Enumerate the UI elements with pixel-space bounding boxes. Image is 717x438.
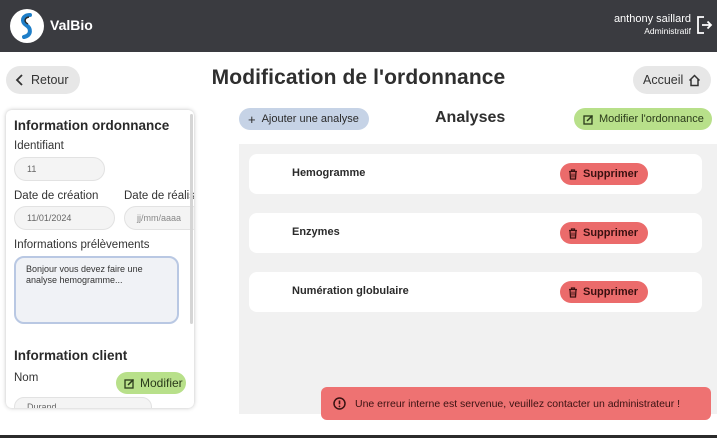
- delete-analysis-button[interactable]: Supprimer: [560, 163, 648, 185]
- nom-field[interactable]: Durand: [14, 397, 152, 408]
- back-button-label: Retour: [31, 73, 69, 87]
- back-button[interactable]: Retour: [6, 66, 80, 94]
- error-icon: [333, 397, 346, 410]
- ordonnance-section-title: Information ordonnance: [14, 118, 170, 133]
- nom-label: Nom: [14, 372, 39, 384]
- client-section-title: Information client: [14, 348, 128, 363]
- add-analysis-label: Ajouter une analyse: [261, 113, 359, 125]
- error-toast-message: Une erreur interne est servenue, veuille…: [355, 397, 681, 410]
- analyses-list: Hemogramme Supprimer Enzymes Supprimer N…: [239, 144, 717, 414]
- trash-icon: [569, 168, 577, 180]
- user-role: Administratif: [644, 26, 691, 36]
- edit-client-button[interactable]: Modifier: [116, 372, 186, 394]
- delete-analysis-button[interactable]: Supprimer: [560, 222, 648, 244]
- edit-ordonnance-label: Modifier l'ordonnance: [599, 113, 704, 125]
- realisation-date-label: Date de réalis: [124, 190, 194, 202]
- delete-label: Supprimer: [583, 168, 639, 180]
- realisation-date-field[interactable]: jj/mm/aaaa: [124, 206, 194, 230]
- analysis-name: Numération globulaire: [292, 285, 409, 297]
- delete-label: Supprimer: [583, 227, 639, 239]
- creation-date-label: Date de création: [14, 190, 99, 202]
- add-analysis-button[interactable]: + Ajouter une analyse: [239, 108, 369, 130]
- error-toast[interactable]: Une erreur interne est servenue, veuille…: [321, 387, 711, 420]
- chevron-left-icon: [15, 74, 23, 86]
- creation-date-field[interactable]: 11/01/2024: [14, 206, 115, 230]
- home-button[interactable]: Accueil: [633, 66, 711, 94]
- home-button-label: Accueil: [643, 73, 684, 87]
- list-item: Hemogramme Supprimer: [249, 154, 702, 194]
- logout-icon[interactable]: [695, 15, 713, 35]
- list-item: Numération globulaire Supprimer: [249, 272, 702, 312]
- info-panel-scroll-area[interactable]: Information ordonnance Identifiant 11 Da…: [6, 110, 194, 408]
- valbio-logo-icon[interactable]: [10, 9, 44, 43]
- edit-icon: [583, 114, 594, 125]
- brand-name: ValBio: [50, 17, 93, 33]
- prelevement-textarea[interactable]: Bonjour vous devez faire une analyse hem…: [14, 256, 179, 324]
- page-title: Modification de l'ordonnance: [211, 66, 506, 89]
- trash-icon: [569, 227, 577, 239]
- home-icon: [689, 73, 701, 86]
- delete-analysis-button[interactable]: Supprimer: [560, 281, 648, 303]
- id-label: Identifiant: [14, 140, 64, 152]
- list-item: Enzymes Supprimer: [249, 213, 702, 253]
- info-panel: Information ordonnance Identifiant 11 Da…: [6, 110, 194, 408]
- user-name: anthony saillard: [613, 13, 691, 25]
- id-field[interactable]: 11: [14, 157, 105, 181]
- info-panel-scrollbar[interactable]: [190, 114, 193, 324]
- plus-icon: +: [248, 111, 256, 127]
- trash-icon: [569, 286, 577, 298]
- analyses-title: Analyses: [435, 109, 506, 126]
- edit-ordonnance-button[interactable]: Modifier l'ordonnance: [574, 108, 712, 130]
- edit-client-label: Modifier: [140, 376, 183, 390]
- analysis-name: Enzymes: [292, 226, 340, 238]
- edit-icon: [124, 378, 135, 389]
- prelevement-label: Informations prélèvements: [14, 239, 150, 251]
- analysis-name: Hemogramme: [292, 167, 366, 179]
- delete-label: Supprimer: [583, 286, 639, 298]
- top-navbar: ValBio anthony saillard Administratif: [0, 0, 717, 52]
